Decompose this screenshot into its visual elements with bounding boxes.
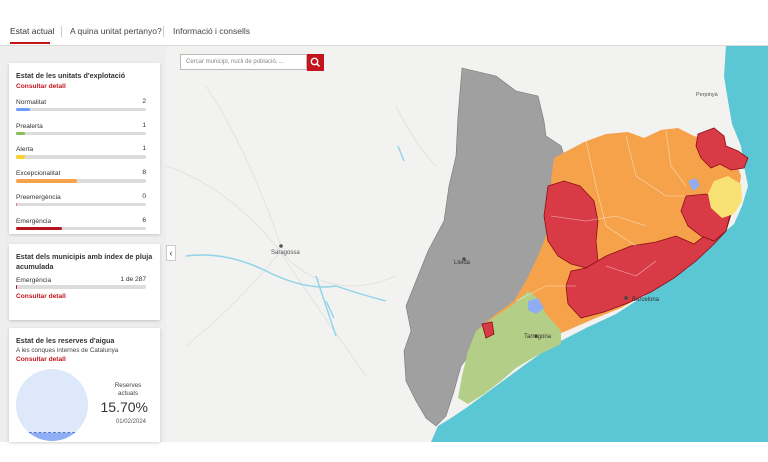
state-bar-fill [16,285,18,289]
state-label: Alerta [16,146,34,154]
state-list: Normalitat 2 Prealerta 1 Alerta 1 Excepcionali… [16,90,153,233]
map[interactable]: Saragossa Lleida Tarragona Barcelona Per… [166,46,768,442]
card-title: Estat de les unitats d'explotació [16,71,126,80]
state-row: Normalitat 2 [16,90,153,114]
state-bar [16,107,146,112]
state-bar [16,226,146,231]
active-tab-indicator [10,42,50,44]
chevron-left-icon: ‹ [169,248,173,258]
city-label-perpinya: Perpinyà [696,92,719,98]
search-placeholder: Cercar municipi, nucli de població, ... [186,59,285,65]
reserves-gauge [16,369,88,441]
state-bar [16,285,146,289]
search-icon [310,57,321,68]
state-bar-fill [16,155,26,159]
state-bar-fill [16,179,78,183]
reserves-label: Reserves actuals [114,382,142,397]
card-title: Estat dels municipis amb índex de pluja … [16,252,153,271]
top-navigation: Estat actual A quina unitat pertanyo? In… [0,0,768,46]
city-label-saragossa: Saragossa [271,250,300,256]
state-row: Preemergència 0 [16,185,153,209]
state-label: Excepcionalitat [16,170,61,178]
city-label-tarragona: Tarragona [524,334,552,340]
card-unitats-explotacio: Estat de les unitats d'explotació Consul… [9,63,160,234]
card-municipis-pluja: Estat dels municipis amb índex de pluja … [9,244,160,320]
reserves-date: 01/02/2024 [115,419,146,425]
state-count: 0 [142,192,146,200]
state-bar [16,202,146,207]
city-label-barcelona: Barcelona [632,297,660,303]
state-row: Excepcionalitat 8 [16,161,153,185]
state-count: 1 de 287 [120,276,146,284]
state-label: Normalitat [16,98,47,106]
tab-quina-unitat[interactable]: A quina unitat pertanyo? [70,26,162,36]
state-label: Preemergència [16,193,61,201]
consultar-detall-link[interactable]: Consultar detall [16,293,153,300]
state-row: Prealerta 1 [16,114,153,138]
state-bar [16,155,146,159]
search-button[interactable] [307,54,324,71]
state-count: 1 [142,145,146,153]
search-input[interactable]: Cercar municipi, nucli de població, ... [180,54,307,70]
consultar-detall-link[interactable]: Consultar detall [16,83,153,90]
state-row: Emergència 6 [16,209,153,233]
state-label: Prealerta [16,122,43,130]
state-bar-fill [16,131,26,136]
card-title: Estat de les reserves d'aigua [16,336,115,345]
tab-separator [61,26,62,37]
consultar-detall-link[interactable]: Consultar detall [16,356,153,363]
map-canvas[interactable]: Saragossa Lleida Tarragona Barcelona Per… [166,46,768,442]
reserves-gauge-fill [16,433,88,441]
state-count: 8 [142,169,146,177]
state-bar [16,131,146,136]
state-count: 2 [142,97,146,105]
tab-separator [163,26,164,37]
city-dot-barcelona [624,296,628,300]
state-bar-fill [16,226,62,231]
collapse-sidebar-button[interactable]: ‹ [166,245,176,261]
city-dot-saragossa [279,244,283,248]
city-label-lleida: Lleida [454,260,471,266]
state-count: 6 [142,216,146,224]
reserves-gauge-level [24,432,80,434]
state-label: Emergència [16,277,52,285]
state-row: Emergència 1 de 287 [16,271,153,291]
reserves-percent: 15.70% [100,399,148,415]
state-label: Emergència [16,217,52,225]
state-row: Alerta 1 [16,137,153,161]
state-bar-fill [16,202,18,207]
tab-informacio-consells[interactable]: Informació i consells [173,26,250,36]
tab-estat-actual[interactable]: Estat actual [10,26,54,36]
state-bar [16,179,146,183]
card-subtitle: A les conques internes de Catalunya [16,346,119,354]
state-bar-fill [16,107,31,112]
state-count: 1 [142,121,146,129]
